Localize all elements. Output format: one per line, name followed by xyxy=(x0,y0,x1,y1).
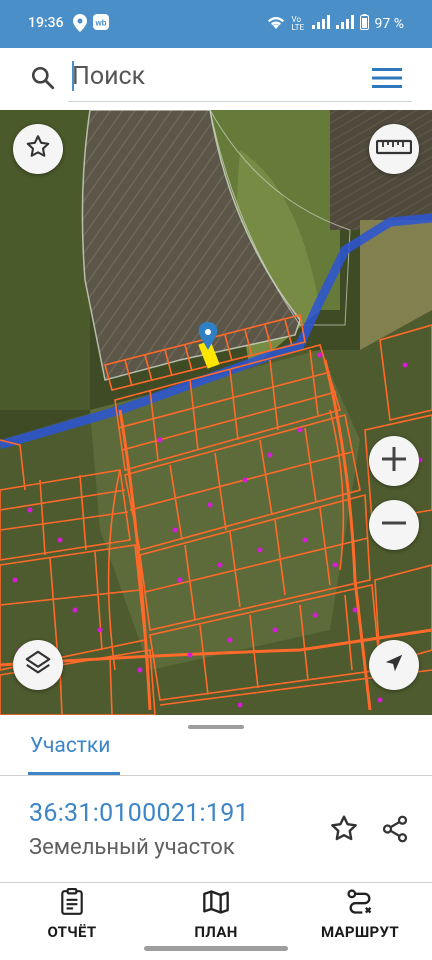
search-underline xyxy=(68,101,412,102)
sheet-drag-handle[interactable] xyxy=(188,725,244,729)
battery-icon xyxy=(359,14,369,34)
map-view[interactable] xyxy=(0,110,432,715)
share-icon[interactable] xyxy=(380,813,410,849)
nav-report-label: ОТЧЁТ xyxy=(47,923,97,941)
battery-percent: 97 % xyxy=(374,16,404,32)
ruler-icon xyxy=(375,139,413,159)
tab-parcels[interactable]: Участки xyxy=(30,734,110,758)
star-outline-icon[interactable] xyxy=(328,813,360,849)
nav-route-label: МАРШРУТ xyxy=(320,923,400,941)
status-time: 19:36 xyxy=(28,15,64,31)
object-type: Земельный участок xyxy=(29,835,235,860)
volte-icon: Vo LTE xyxy=(291,15,305,32)
map-icon xyxy=(202,888,230,920)
favorite-map-button[interactable] xyxy=(13,124,63,174)
route-icon xyxy=(346,888,374,920)
signal-icon-2 xyxy=(335,15,354,33)
wifi-icon xyxy=(266,14,286,34)
search-bar xyxy=(0,48,432,110)
search-icon[interactable] xyxy=(30,65,56,95)
nav-plan[interactable]: ПЛАН xyxy=(161,888,271,941)
nav-report[interactable]: ОТЧЁТ xyxy=(17,888,127,941)
status-right-icons: Vo LTE 97 % xyxy=(266,14,404,34)
navigation-arrow-icon xyxy=(383,652,405,678)
ruler-button[interactable] xyxy=(369,124,419,174)
hamburger-menu-icon[interactable] xyxy=(372,67,402,93)
home-indicator xyxy=(144,946,288,951)
search-input[interactable] xyxy=(72,58,352,94)
minus-icon xyxy=(379,508,409,542)
app-notification-icon: wb xyxy=(93,14,109,34)
svg-text:wb: wb xyxy=(94,19,106,28)
zoom-in-button[interactable] xyxy=(369,436,419,486)
zoom-out-button[interactable] xyxy=(369,500,419,550)
my-location-button[interactable] xyxy=(369,640,419,690)
signal-icon-1 xyxy=(311,15,330,33)
star-outline-icon xyxy=(24,133,52,165)
nav-route[interactable]: МАРШРУТ xyxy=(305,888,415,941)
location-icon xyxy=(73,14,87,36)
cadastral-number[interactable]: 36:31:0100021:191 xyxy=(29,799,249,828)
clipboard-icon xyxy=(59,888,85,920)
plus-icon xyxy=(379,444,409,478)
nav-divider xyxy=(0,882,432,883)
layers-button[interactable] xyxy=(13,640,63,690)
satellite-map xyxy=(0,110,432,715)
nav-plan-label: ПЛАН xyxy=(194,923,238,941)
layers-icon xyxy=(23,648,53,682)
status-bar: 19:36 wb Vo LTE 97 % xyxy=(0,0,432,48)
bottom-sheet: Участки 36:31:0100021:191 Земельный учас… xyxy=(0,715,432,960)
tab-divider xyxy=(0,775,432,776)
